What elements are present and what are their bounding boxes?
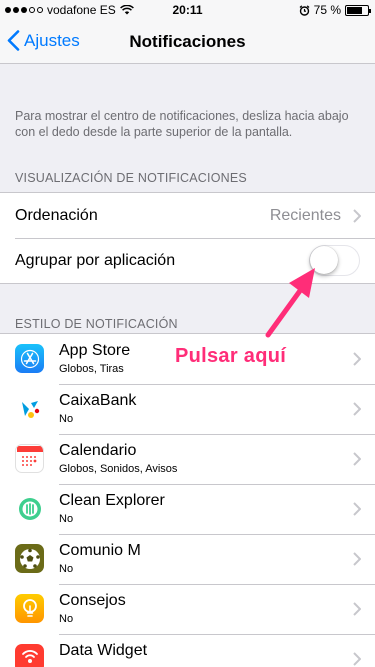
battery-percentage: 75 % bbox=[313, 3, 341, 17]
group-by-app-label: Agrupar por aplicación bbox=[15, 251, 176, 269]
app-name: Clean Explorer bbox=[59, 492, 165, 509]
chevron-right-icon bbox=[353, 652, 361, 666]
toggle-knob bbox=[310, 246, 338, 274]
list-item-data-widget[interactable]: Data Widget bbox=[0, 634, 375, 667]
app-notification-style: No bbox=[59, 413, 74, 425]
tips-lightbulb-icon bbox=[15, 594, 44, 623]
apps-list: App Store Globos, Tiras CaixaBank No Cal… bbox=[0, 333, 375, 667]
battery-icon bbox=[345, 4, 371, 16]
navigation-bar: Ajustes Notificaciones bbox=[0, 20, 375, 64]
app-name: Data Widget bbox=[59, 642, 148, 659]
app-notification-style: Globos, Sonidos, Avisos bbox=[59, 463, 178, 475]
status-right: 75 % bbox=[299, 3, 371, 17]
caixabank-icon bbox=[15, 394, 44, 423]
sort-order-row[interactable]: Ordenación Recientes bbox=[0, 193, 375, 238]
chevron-right-icon bbox=[353, 552, 361, 566]
app-name: CaixaBank bbox=[59, 392, 137, 409]
group-by-app-toggle[interactable] bbox=[309, 245, 360, 276]
app-name: Consejos bbox=[59, 592, 126, 609]
list-item-clean-explorer[interactable]: Clean Explorer No bbox=[0, 484, 375, 534]
app-name: App Store bbox=[59, 342, 131, 359]
sort-order-label: Ordenación bbox=[15, 206, 98, 224]
display-settings-group: Ordenación Recientes Agrupar por aplicac… bbox=[0, 192, 375, 284]
chevron-right-icon bbox=[353, 208, 361, 223]
alarm-clock-icon bbox=[299, 4, 310, 16]
list-item-comunio-m[interactable]: Comunio M No bbox=[0, 534, 375, 584]
clean-explorer-icon bbox=[15, 494, 44, 523]
sort-order-value: Recientes bbox=[269, 206, 341, 224]
comunio-icon bbox=[15, 544, 44, 573]
app-store-icon bbox=[15, 344, 44, 373]
chevron-right-icon bbox=[353, 352, 361, 366]
app-notification-style: Globos, Tiras bbox=[59, 363, 124, 375]
battery-fill bbox=[347, 6, 362, 14]
chevron-right-icon bbox=[353, 402, 361, 416]
list-item-consejos[interactable]: Consejos No bbox=[0, 584, 375, 634]
data-widget-icon bbox=[15, 644, 44, 667]
list-item-caixabank[interactable]: CaixaBank No bbox=[0, 384, 375, 434]
page-title: Notificaciones bbox=[129, 32, 246, 51]
section-header-display: VISUALIZACIÓN DE NOTIFICACIONES bbox=[15, 171, 247, 185]
chevron-right-icon bbox=[353, 502, 361, 516]
app-notification-style: No bbox=[59, 563, 74, 575]
status-bar: vodafone ES 20:11 75 % bbox=[0, 0, 375, 20]
app-name: Calendario bbox=[59, 442, 137, 459]
app-notification-style: No bbox=[59, 613, 74, 625]
intro-description: Para mostrar el centro de notificaciones… bbox=[15, 109, 349, 139]
chevron-right-icon bbox=[353, 452, 361, 466]
list-item-calendario[interactable]: Calendario Globos, Sonidos, Avisos bbox=[0, 434, 375, 484]
annotation-label: Pulsar aquí bbox=[175, 345, 287, 367]
chevron-right-icon bbox=[353, 602, 361, 616]
app-notification-style: No bbox=[59, 513, 74, 525]
group-by-app-row: Agrupar por aplicación bbox=[0, 238, 375, 283]
section-header-style: ESTILO DE NOTIFICACIÓN bbox=[15, 317, 178, 331]
app-name: Comunio M bbox=[59, 542, 141, 559]
calendar-icon bbox=[15, 444, 44, 473]
